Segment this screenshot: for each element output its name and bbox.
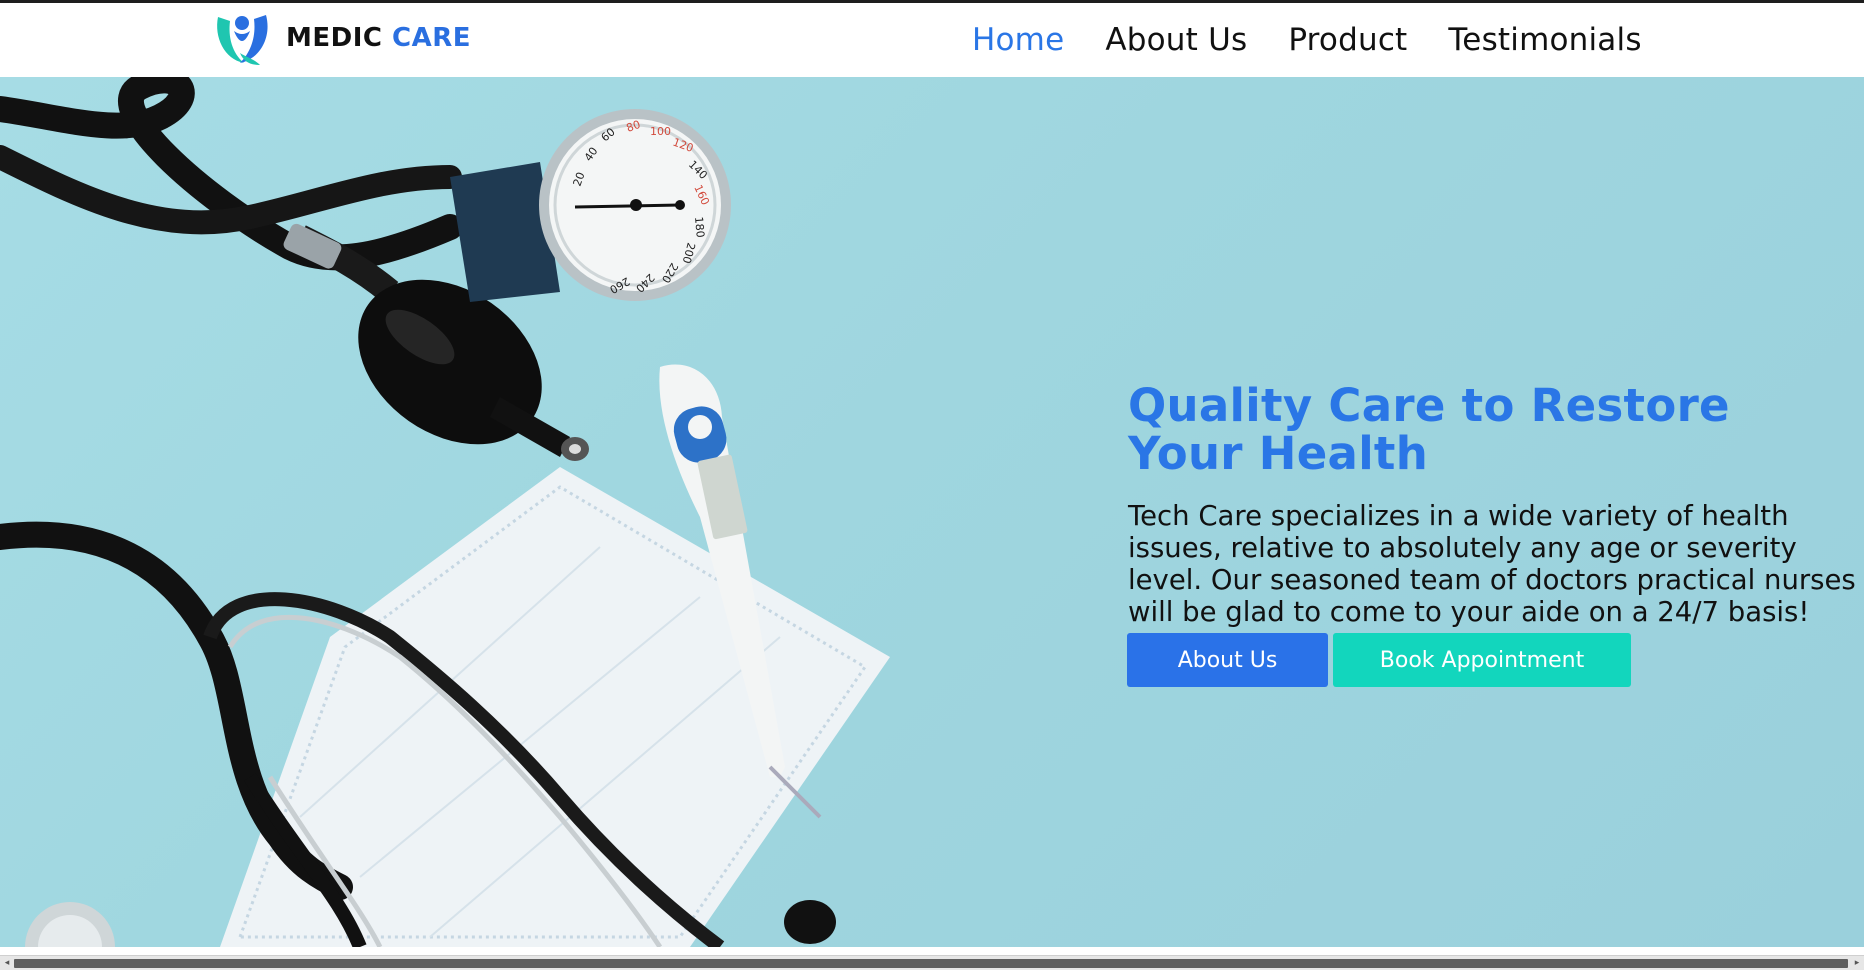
about-us-button[interactable]: About Us	[1127, 633, 1328, 687]
navbar: MEDIC CARE Home About Us Product Testimo…	[0, 3, 1864, 77]
scroll-left-arrow-icon[interactable]: ◂	[0, 956, 14, 970]
scroll-right-arrow-icon[interactable]: ▸	[1850, 956, 1864, 970]
hero-section: 20 40 60 80 100 120 140 160 180 200 220 …	[0, 77, 1864, 947]
svg-text:180: 180	[692, 216, 707, 238]
brand-name: MEDIC CARE	[286, 23, 471, 53]
page-bottom-strip	[0, 947, 1864, 955]
blood-pressure-gauge: 20 40 60 80 100 120 140 160 180 200 220 …	[450, 109, 731, 302]
hero-buttons: About Us Book Appointment	[1127, 633, 1631, 687]
nav-testimonials[interactable]: Testimonials	[1448, 22, 1641, 58]
nav-home[interactable]: Home	[972, 22, 1064, 58]
book-appointment-button[interactable]: Book Appointment	[1333, 633, 1631, 687]
brand-name-medic: MEDIC	[286, 23, 383, 53]
medical-equipment-image: 20 40 60 80 100 120 140 160 180 200 220 …	[0, 77, 890, 947]
person-leaf-logo-icon	[217, 15, 268, 65]
hero-content: Quality Care to Restore Your Health Tech…	[1128, 379, 1858, 629]
scrollbar-thumb[interactable]	[14, 959, 1848, 968]
hero-title: Quality Care to Restore Your Health	[1128, 379, 1730, 480]
stethoscope-tube-upper	[0, 77, 463, 271]
nav-about-us[interactable]: About Us	[1105, 22, 1247, 58]
svg-text:100: 100	[650, 125, 671, 138]
hero-description: Tech Care specializes in a wide variety …	[1128, 500, 1856, 628]
nav-product[interactable]: Product	[1288, 22, 1407, 58]
brand[interactable]: MEDIC CARE	[210, 7, 471, 69]
brand-name-care: CARE	[392, 23, 472, 53]
main-nav: Home About Us Product Testimonials	[972, 3, 1642, 77]
horizontal-scrollbar[interactable]: ◂ ▸	[0, 955, 1864, 970]
